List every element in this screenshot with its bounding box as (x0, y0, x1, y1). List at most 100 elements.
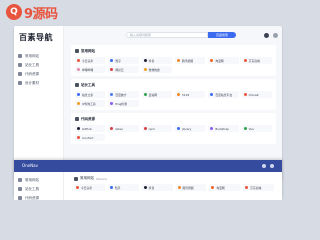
site-link[interactable]: 站长之家 (75, 91, 106, 98)
site-link[interactable]: 抖音 (141, 184, 173, 191)
site-icon (77, 68, 80, 71)
site-link[interactable]: 哔哩哔哩 (75, 66, 106, 73)
site-link[interactable]: 知乎 (108, 57, 139, 64)
site-icon (245, 186, 249, 189)
site-link-label: jQuery (182, 126, 192, 131)
site-link[interactable]: 5118 (175, 91, 206, 98)
site-link[interactable]: 百度站长平台 (208, 91, 239, 98)
nav-icon (18, 196, 22, 200)
site-link[interactable]: 淘宝网 (209, 184, 241, 191)
search-input[interactable]: 输入关键词搜索 (126, 32, 208, 38)
site-icon (210, 59, 214, 62)
section-icon (75, 83, 79, 87)
overlay-header: OneNav (14, 160, 282, 172)
site-icon (110, 127, 114, 130)
site-link-label: 5118 (182, 92, 190, 97)
site-link-label: 知乎 (114, 185, 121, 190)
link-grid: 今日头条 知乎 抖音 腾讯视频 淘宝网 京东商城哔哩哔哩 网易云 微博热搜 (75, 57, 272, 73)
overlay-sidebar-label: 站长工具 (25, 186, 39, 191)
site-link[interactable]: 淘宝网 (208, 57, 239, 64)
site-icon (210, 93, 214, 96)
site-link-label: 微博热搜 (148, 67, 160, 72)
site-icon (143, 93, 147, 96)
site-link-label: 今日头条 (82, 58, 94, 63)
site-icon (77, 127, 80, 130)
overlay-sidebar-item[interactable]: 站长工具 (18, 185, 39, 193)
overlay-section-label: 常用网站 (80, 176, 94, 180)
site-link[interactable]: 腾讯视频 (175, 57, 206, 64)
site-icon (143, 59, 147, 62)
overlay-sidebar-label: 代码资源 (25, 195, 39, 200)
section-title-label: 代码资源 (81, 116, 95, 121)
site-link[interactable]: ChinaZ (241, 91, 272, 98)
site-link[interactable]: jQuery (175, 125, 206, 132)
site-link[interactable]: Bootstrap (208, 125, 239, 132)
site-link-label: 哔哩哔哩 (82, 67, 94, 72)
site-link[interactable]: npm (141, 125, 172, 132)
site-icon (109, 186, 113, 189)
main-content: 常用网站今日头条 知乎 抖音 腾讯视频 淘宝网 京东商城哔哩哔哩 网易云 微博热搜站长工具站长… (71, 45, 276, 147)
site-link[interactable]: GitHub (75, 125, 106, 132)
site-link[interactable]: 京东商城 (241, 57, 272, 64)
sidebar-item[interactable]: 常用网站 (18, 52, 62, 60)
sidebar-item[interactable]: 站长工具 (18, 61, 62, 69)
screenshot-stage: Q 9源码 百素导航 常用网站 站长工具 代码资源 设计素材 输入关键词搜索 百度搜索… (0, 0, 300, 200)
section-title-label: 站长工具 (81, 82, 95, 87)
link-grid: GitHub Gitee npm jQuery Bootstrap Vue Iconfont (75, 125, 272, 141)
sidebar-item-label: 站长工具 (25, 62, 39, 67)
nav-icon (18, 178, 22, 182)
site-link[interactable]: Iconfont (75, 134, 106, 141)
site-link[interactable]: 微博热搜 (141, 66, 172, 73)
site-link-label: Iconfont (82, 135, 94, 140)
overlay-sidebar-item[interactable]: 代码资源 (18, 194, 39, 200)
site-link[interactable]: 抖音 (141, 57, 172, 64)
site-link-label: Ping检测 (115, 101, 127, 106)
site-link[interactable]: 今日头条 (75, 57, 106, 64)
overlay-sidebar: 常用网站站长工具代码资源 (14, 172, 64, 200)
search-button[interactable]: 百度搜索 (208, 32, 236, 38)
site-link[interactable]: 今日头条 (74, 184, 105, 191)
sidebar-item[interactable]: 代码资源 (18, 70, 62, 78)
site-link-label: Gitee (115, 126, 123, 131)
site-link[interactable]: 腾讯视频 (175, 184, 207, 191)
site-link-label: 腾讯视频 (182, 58, 194, 63)
site-link[interactable]: 爱站网 (141, 91, 172, 98)
site-icon (110, 93, 114, 96)
site-link[interactable]: 京东商城 (243, 184, 274, 191)
user-icon[interactable] (270, 164, 274, 168)
site-link[interactable]: IP查询工具 (75, 100, 106, 107)
site-link[interactable]: Vue (241, 125, 272, 132)
tool-icon (18, 63, 22, 67)
watermark-mark: Q (6, 4, 22, 20)
overlay-link-grid: 今日头条 知乎 抖音 腾讯视频 淘宝网 京东商城 (74, 184, 274, 191)
site-link[interactable]: Ping检测 (108, 100, 139, 107)
sidebar-item-label: 常用网站 (25, 53, 39, 58)
site-icon (243, 127, 247, 130)
sidebar-item[interactable]: 设计素材 (18, 79, 62, 87)
site-link[interactable]: 知乎 (107, 184, 139, 191)
site-link[interactable]: 百度统计 (108, 91, 139, 98)
overlay-sidebar-item[interactable]: 常用网站 (18, 176, 39, 184)
site-link[interactable]: 网易云 (108, 66, 139, 73)
watermark-logo: Q 9源码 (6, 2, 58, 22)
site-link-label: 网易云 (115, 67, 124, 72)
user-icon[interactable] (273, 33, 278, 38)
theme-toggle-icon[interactable] (264, 33, 269, 38)
site-icon (110, 68, 114, 71)
sidebar-item-label: 代码资源 (25, 71, 39, 76)
settings-icon[interactable] (262, 164, 266, 168)
section-title: 常用网站 (75, 48, 272, 54)
site-icon (76, 186, 79, 189)
site-link-label: ChinaZ (248, 92, 259, 97)
site-link-label: 爱站网 (148, 92, 158, 97)
overlay-main: 常用网站 Website 今日头条 知乎 抖音 腾讯视频 淘宝网 京东商城 (74, 176, 274, 191)
site-link-label: 京东商城 (250, 185, 262, 190)
site-icon (77, 59, 80, 62)
site-link[interactable]: Gitee (108, 125, 139, 132)
watermark-text: 9源码 (24, 6, 58, 22)
site-link-label: 京东商城 (248, 58, 260, 63)
site-icon (177, 186, 181, 189)
site-brand[interactable]: 百素导航 (19, 32, 53, 43)
section-icon (75, 117, 79, 121)
site-icon (110, 59, 114, 62)
